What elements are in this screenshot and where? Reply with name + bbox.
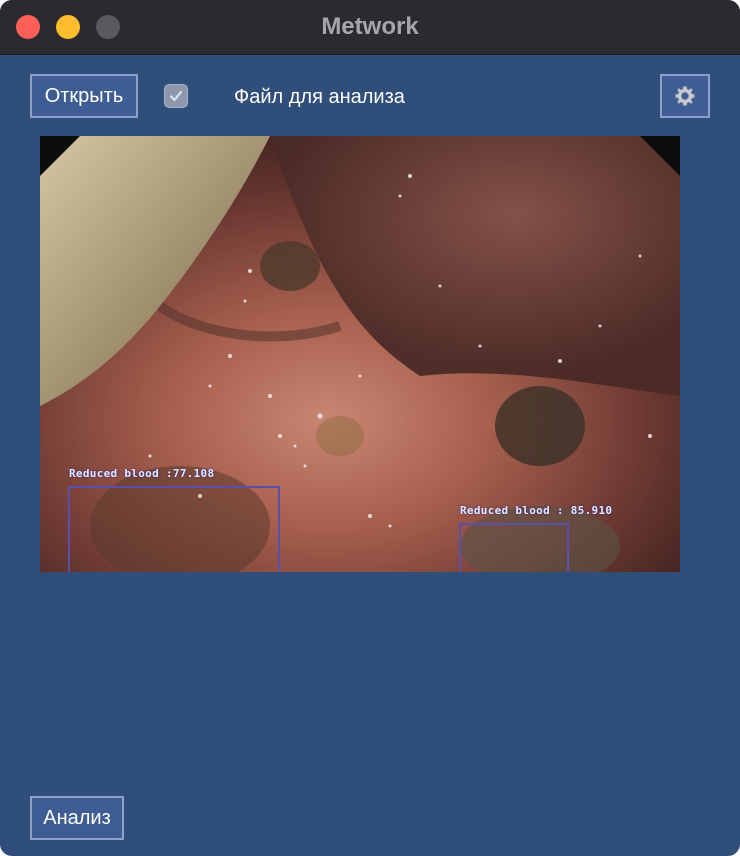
title-bar: Metwork [0,0,740,55]
open-button[interactable]: Открыть [30,74,138,118]
detection-box [68,486,280,572]
analyze-button[interactable]: Анализ [30,796,124,840]
detection-box [459,523,569,572]
app-window: Metwork Открыть Файл для анализа Reduced… [0,0,740,856]
file-checkbox[interactable] [164,84,188,108]
gear-icon [675,86,695,106]
detection-label: Reduced blood :77.108 [69,467,215,480]
window-title: Metwork [321,13,419,40]
detection-label: Reduced blood : 85.910 [460,504,613,517]
checkmark-icon [169,90,183,102]
file-label: Файл для анализа [234,86,405,108]
analysis-image: Reduced blood :77.108 Reduced blood : 85… [40,136,680,572]
settings-button[interactable] [660,74,710,118]
